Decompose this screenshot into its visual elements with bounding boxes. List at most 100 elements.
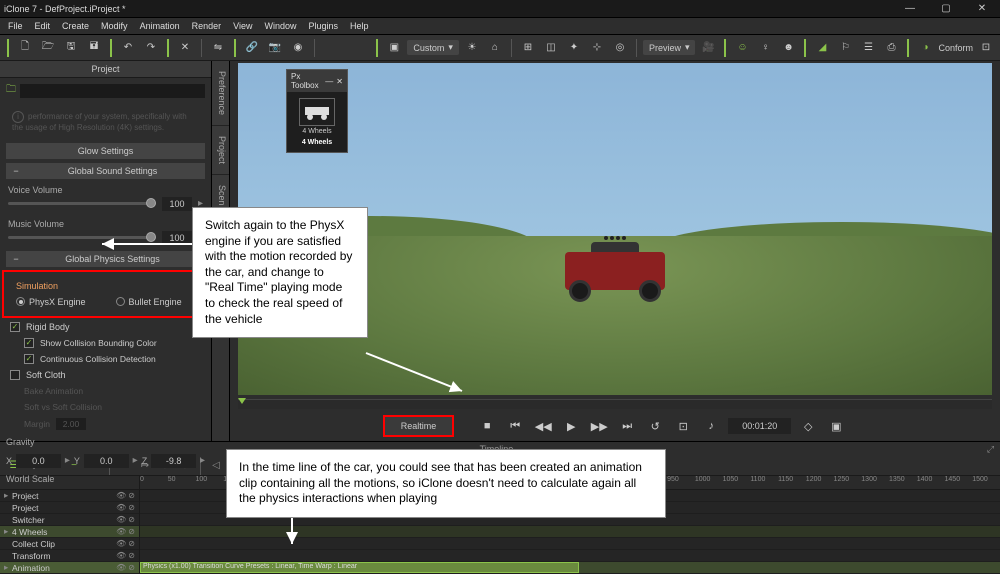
timeline-track-labels: ▸Project👁⊘Project👁⊘Switcher👁⊘▸4 Wheels👁⊘…: [0, 476, 140, 574]
timeline-row-project[interactable]: ▸Project👁⊘: [0, 490, 139, 502]
delete-icon[interactable]: ✕: [175, 38, 195, 58]
target-icon[interactable]: ◎: [610, 38, 630, 58]
ccd-checkbox[interactable]: ✓Continuous Collision Detection: [0, 351, 211, 367]
layers-icon[interactable]: ☰: [858, 38, 878, 58]
ruler-tick: 1350: [889, 476, 905, 483]
camera-tool-icon[interactable]: 📷: [265, 38, 285, 58]
truck-prop[interactable]: [565, 232, 665, 302]
menu-modify[interactable]: Modify: [95, 21, 134, 31]
extra-icon[interactable]: ⊡: [976, 38, 996, 58]
loop-button[interactable]: ↺: [644, 416, 666, 436]
voice-volume-value[interactable]: 100: [162, 197, 192, 211]
flag-icon[interactable]: ⚐: [835, 38, 855, 58]
realtime-button[interactable]: Realtime: [383, 415, 455, 437]
glow-settings-header[interactable]: Glow Settings: [6, 143, 205, 159]
frame-icon[interactable]: ▣: [384, 38, 404, 58]
px-minimize-icon[interactable]: —: [325, 77, 333, 86]
show-collision-checkbox[interactable]: ✓Show Collision Bounding Color: [0, 335, 211, 351]
wheels-icon[interactable]: [299, 98, 335, 126]
home-icon[interactable]: ⌂: [485, 38, 505, 58]
axis-icon[interactable]: ⊹: [587, 38, 607, 58]
maximize-button[interactable]: ▢: [932, 2, 960, 16]
next-frame-button[interactable]: ▶▶: [588, 416, 610, 436]
timeline-row-switcher[interactable]: Switcher👁⊘: [0, 514, 139, 526]
timeline-row-project[interactable]: Project👁⊘: [0, 502, 139, 514]
light-icon[interactable]: ☀: [462, 38, 482, 58]
time-display[interactable]: 00:01:20: [728, 418, 791, 434]
menu-help[interactable]: Help: [344, 21, 375, 31]
project-path-field[interactable]: [20, 84, 205, 98]
rigid-body-checkbox[interactable]: ✓Rigid Body: [0, 319, 211, 335]
folder-icon[interactable]: 🗀: [6, 82, 16, 99]
minimize-button[interactable]: —: [896, 2, 924, 16]
timeline-detach-icon[interactable]: ⤢: [987, 444, 994, 455]
gravity-x[interactable]: 0.0: [16, 454, 61, 468]
output-icon[interactable]: ⎙: [881, 38, 901, 58]
physics-settings-header[interactable]: −Global Physics Settings: [6, 251, 205, 267]
viewport-ruler[interactable]: [238, 399, 992, 409]
softcloth-checkbox[interactable]: Soft Cloth: [0, 367, 211, 383]
puppet-icon[interactable]: ☺: [732, 38, 752, 58]
go-start-button[interactable]: ⏮: [504, 416, 526, 436]
save-as-icon[interactable]: 🖬: [84, 38, 104, 58]
link-icon[interactable]: 🔗: [242, 38, 262, 58]
timeline-row-transform[interactable]: Transform👁⊘: [0, 550, 139, 562]
tab-preference[interactable]: Preference: [212, 61, 229, 126]
menu-view[interactable]: View: [227, 21, 258, 31]
camera-icon[interactable]: 🎥: [698, 38, 718, 58]
motion-icon[interactable]: ♀: [755, 38, 775, 58]
physx-radio[interactable]: PhysX Engine: [16, 297, 86, 307]
mirror-icon[interactable]: ⇋: [208, 38, 228, 58]
grid-icon[interactable]: ⊞: [518, 38, 538, 58]
track-row[interactable]: [140, 550, 1000, 562]
gizmo-icon[interactable]: ✦: [564, 38, 584, 58]
track-row[interactable]: Physics (x1.00) Transition Curve Presets…: [140, 562, 1000, 574]
menu-create[interactable]: Create: [56, 21, 95, 31]
stop-button[interactable]: ■: [476, 416, 498, 436]
undo-icon[interactable]: ↶: [118, 38, 138, 58]
play-button[interactable]: ▶: [560, 416, 582, 436]
custom-dropdown[interactable]: Custom▾: [407, 40, 459, 55]
audio-button[interactable]: ♪: [700, 416, 722, 436]
new-icon[interactable]: 🗋: [15, 38, 35, 58]
sound-settings-header[interactable]: −Global Sound Settings: [6, 163, 205, 179]
dummy-icon[interactable]: ◫: [541, 38, 561, 58]
px-toolbox[interactable]: Px Toolbox—✕ 4 Wheels 4 Wheels: [286, 69, 348, 153]
prev-frame-button[interactable]: ◀◀: [532, 416, 554, 436]
track-row[interactable]: [140, 526, 1000, 538]
animation-clip[interactable]: Physics (x1.00) Transition Curve Presets…: [140, 562, 579, 573]
tab-project[interactable]: Project: [212, 126, 229, 175]
conform-icon[interactable]: ◑: [915, 38, 935, 58]
bullet-radio[interactable]: Bullet Engine: [116, 297, 182, 307]
gravity-y[interactable]: 0.0: [84, 454, 129, 468]
ruler-tick: 1150: [778, 476, 793, 483]
save-icon[interactable]: 🖫: [61, 38, 81, 58]
timeline-row-4-wheels[interactable]: ▸4 Wheels👁⊘: [0, 526, 139, 538]
go-end-button[interactable]: ⏭: [616, 416, 638, 436]
settings-button[interactable]: ▣: [825, 416, 847, 436]
marker-button[interactable]: ◇: [797, 416, 819, 436]
record-button[interactable]: ⊡: [672, 416, 694, 436]
redo-icon[interactable]: ↷: [141, 38, 161, 58]
face-icon[interactable]: ☻: [778, 38, 798, 58]
preview-dropdown[interactable]: Preview▾: [643, 40, 696, 55]
reach-icon[interactable]: ◢: [812, 38, 832, 58]
menu-file[interactable]: File: [2, 21, 29, 31]
open-icon[interactable]: 🗁: [38, 38, 58, 58]
playhead-icon[interactable]: [238, 398, 246, 404]
menu-render[interactable]: Render: [186, 21, 228, 31]
menu-plugins[interactable]: Plugins: [303, 21, 345, 31]
timeline-row-animation[interactable]: ▸Animation👁⊘: [0, 562, 139, 574]
gravity-z[interactable]: -9.8: [151, 454, 196, 468]
ruler-tick: 1400: [917, 476, 933, 483]
timeline-row-collect-clip[interactable]: Collect Clip👁⊘: [0, 538, 139, 550]
voice-volume-slider[interactable]: [8, 202, 156, 205]
menu-animation[interactable]: Animation: [134, 21, 186, 31]
menu-window[interactable]: Window: [258, 21, 302, 31]
track-row[interactable]: [140, 538, 1000, 550]
sphere-icon[interactable]: ◉: [288, 38, 308, 58]
menu-edit[interactable]: Edit: [29, 21, 57, 31]
px-close-icon[interactable]: ✕: [336, 77, 343, 86]
close-button[interactable]: ✕: [968, 2, 996, 16]
world-scale-label: World Scale: [6, 474, 54, 484]
